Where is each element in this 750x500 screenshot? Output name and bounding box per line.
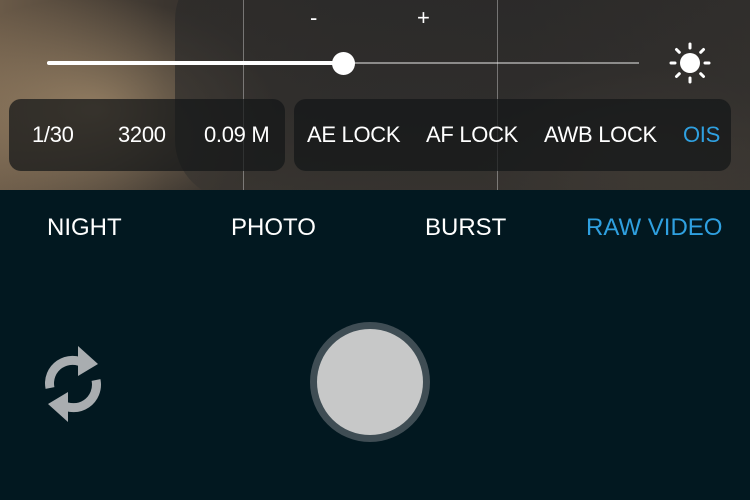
mode-raw-video[interactable]: RAW VIDEO — [586, 214, 722, 242]
exposure-slider-thumb[interactable] — [332, 52, 355, 75]
iso-value[interactable]: 3200 — [118, 122, 166, 148]
shutter-speed-value[interactable]: 1/30 — [32, 122, 74, 148]
mode-burst[interactable]: BURST — [425, 214, 506, 242]
ois-toggle[interactable]: OIS — [683, 122, 720, 148]
camera-viewfinder[interactable]: - + — [0, 0, 750, 190]
exposure-plus-label: + — [417, 5, 430, 30]
focus-distance-value[interactable]: 0.09 M — [204, 122, 270, 148]
mode-photo[interactable]: PHOTO — [231, 214, 316, 242]
exposure-slider-fill — [47, 61, 343, 65]
exposure-slider[interactable] — [47, 52, 639, 75]
mode-night[interactable]: NIGHT — [47, 214, 122, 242]
sun-icon[interactable] — [669, 42, 711, 84]
af-lock-toggle[interactable]: AF LOCK — [426, 122, 518, 148]
switch-camera-icon[interactable] — [38, 338, 108, 428]
shutter-button[interactable] — [317, 329, 423, 435]
exposure-minus-label: - — [310, 5, 318, 30]
awb-lock-toggle[interactable]: AWB LOCK — [544, 122, 657, 148]
ae-lock-toggle[interactable]: AE LOCK — [307, 122, 401, 148]
